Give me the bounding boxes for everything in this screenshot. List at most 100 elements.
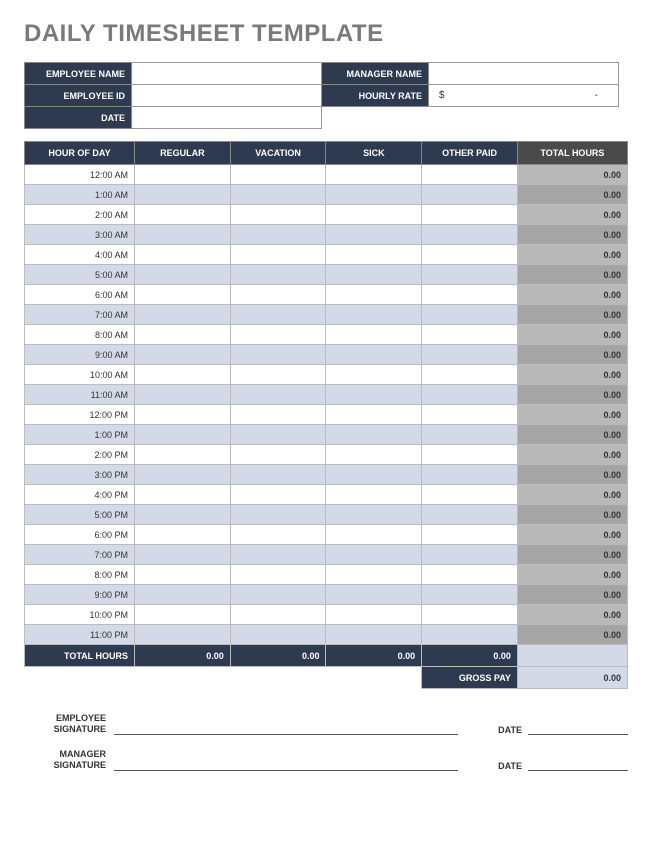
sick-cell[interactable] xyxy=(326,325,422,345)
regular-cell[interactable] xyxy=(135,345,231,365)
other-cell[interactable] xyxy=(422,445,518,465)
vacation-cell[interactable] xyxy=(230,565,326,585)
other-cell[interactable] xyxy=(422,585,518,605)
sick-cell[interactable] xyxy=(326,305,422,325)
employee-name-input[interactable] xyxy=(132,63,322,85)
other-cell[interactable] xyxy=(422,245,518,265)
regular-cell[interactable] xyxy=(135,425,231,445)
regular-cell[interactable] xyxy=(135,605,231,625)
sick-cell[interactable] xyxy=(326,525,422,545)
regular-cell[interactable] xyxy=(135,245,231,265)
sick-cell[interactable] xyxy=(326,625,422,645)
other-cell[interactable] xyxy=(422,405,518,425)
sick-cell[interactable] xyxy=(326,605,422,625)
vacation-cell[interactable] xyxy=(230,345,326,365)
other-cell[interactable] xyxy=(422,505,518,525)
regular-cell[interactable] xyxy=(135,565,231,585)
other-cell[interactable] xyxy=(422,225,518,245)
sick-cell[interactable] xyxy=(326,205,422,225)
sick-cell[interactable] xyxy=(326,365,422,385)
sick-cell[interactable] xyxy=(326,465,422,485)
other-cell[interactable] xyxy=(422,285,518,305)
regular-cell[interactable] xyxy=(135,465,231,485)
vacation-cell[interactable] xyxy=(230,445,326,465)
other-cell[interactable] xyxy=(422,205,518,225)
vacation-cell[interactable] xyxy=(230,405,326,425)
other-cell[interactable] xyxy=(422,525,518,545)
sick-cell[interactable] xyxy=(326,165,422,185)
vacation-cell[interactable] xyxy=(230,465,326,485)
date-input[interactable] xyxy=(132,107,322,129)
vacation-cell[interactable] xyxy=(230,505,326,525)
regular-cell[interactable] xyxy=(135,405,231,425)
other-cell[interactable] xyxy=(422,385,518,405)
vacation-cell[interactable] xyxy=(230,305,326,325)
vacation-cell[interactable] xyxy=(230,525,326,545)
sick-cell[interactable] xyxy=(326,405,422,425)
manager-signature-date-line[interactable] xyxy=(528,753,628,771)
regular-cell[interactable] xyxy=(135,325,231,345)
sick-cell[interactable] xyxy=(326,225,422,245)
employee-id-input[interactable] xyxy=(132,85,322,107)
regular-cell[interactable] xyxy=(135,225,231,245)
other-cell[interactable] xyxy=(422,185,518,205)
vacation-cell[interactable] xyxy=(230,245,326,265)
regular-cell[interactable] xyxy=(135,525,231,545)
other-cell[interactable] xyxy=(422,485,518,505)
regular-cell[interactable] xyxy=(135,165,231,185)
regular-cell[interactable] xyxy=(135,185,231,205)
regular-cell[interactable] xyxy=(135,445,231,465)
vacation-cell[interactable] xyxy=(230,325,326,345)
sick-cell[interactable] xyxy=(326,265,422,285)
vacation-cell[interactable] xyxy=(230,605,326,625)
regular-cell[interactable] xyxy=(135,505,231,525)
vacation-cell[interactable] xyxy=(230,205,326,225)
other-cell[interactable] xyxy=(422,425,518,445)
sick-cell[interactable] xyxy=(326,585,422,605)
regular-cell[interactable] xyxy=(135,545,231,565)
sick-cell[interactable] xyxy=(326,485,422,505)
sick-cell[interactable] xyxy=(326,505,422,525)
employee-signature-line[interactable] xyxy=(114,717,458,735)
regular-cell[interactable] xyxy=(135,205,231,225)
vacation-cell[interactable] xyxy=(230,385,326,405)
other-cell[interactable] xyxy=(422,625,518,645)
employee-signature-date-line[interactable] xyxy=(528,717,628,735)
sick-cell[interactable] xyxy=(326,345,422,365)
vacation-cell[interactable] xyxy=(230,285,326,305)
sick-cell[interactable] xyxy=(326,565,422,585)
regular-cell[interactable] xyxy=(135,385,231,405)
other-cell[interactable] xyxy=(422,345,518,365)
other-cell[interactable] xyxy=(422,605,518,625)
regular-cell[interactable] xyxy=(135,365,231,385)
sick-cell[interactable] xyxy=(326,425,422,445)
other-cell[interactable] xyxy=(422,265,518,285)
sick-cell[interactable] xyxy=(326,545,422,565)
sick-cell[interactable] xyxy=(326,285,422,305)
manager-signature-line[interactable] xyxy=(114,753,458,771)
other-cell[interactable] xyxy=(422,465,518,485)
sick-cell[interactable] xyxy=(326,185,422,205)
vacation-cell[interactable] xyxy=(230,585,326,605)
vacation-cell[interactable] xyxy=(230,365,326,385)
other-cell[interactable] xyxy=(422,545,518,565)
vacation-cell[interactable] xyxy=(230,225,326,245)
other-cell[interactable] xyxy=(422,165,518,185)
vacation-cell[interactable] xyxy=(230,185,326,205)
vacation-cell[interactable] xyxy=(230,425,326,445)
sick-cell[interactable] xyxy=(326,385,422,405)
regular-cell[interactable] xyxy=(135,305,231,325)
other-cell[interactable] xyxy=(422,565,518,585)
regular-cell[interactable] xyxy=(135,625,231,645)
vacation-cell[interactable] xyxy=(230,485,326,505)
sick-cell[interactable] xyxy=(326,445,422,465)
regular-cell[interactable] xyxy=(135,585,231,605)
regular-cell[interactable] xyxy=(135,485,231,505)
other-cell[interactable] xyxy=(422,365,518,385)
vacation-cell[interactable] xyxy=(230,625,326,645)
manager-name-input[interactable] xyxy=(429,63,619,85)
other-cell[interactable] xyxy=(422,325,518,345)
sick-cell[interactable] xyxy=(326,245,422,265)
vacation-cell[interactable] xyxy=(230,265,326,285)
other-cell[interactable] xyxy=(422,305,518,325)
